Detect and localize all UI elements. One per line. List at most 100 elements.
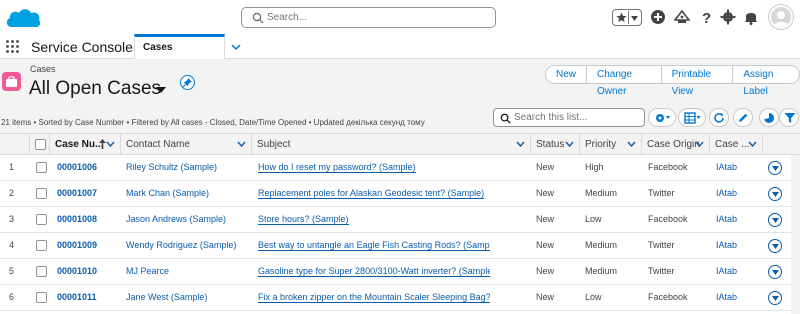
tab-cases[interactable]: Cases <box>134 34 225 59</box>
chevron-down-icon[interactable] <box>516 141 525 147</box>
row-actions-button[interactable] <box>768 239 782 253</box>
row-checkbox[interactable] <box>36 292 47 303</box>
subject-link[interactable]: How do I reset my password? (Sample) <box>258 162 416 173</box>
page-title[interactable]: All Open Cases <box>29 78 161 100</box>
case-number-link[interactable]: 00001007 <box>57 188 97 198</box>
row-actions-button[interactable] <box>768 213 782 227</box>
chevron-down-icon[interactable] <box>106 141 115 147</box>
list-actions: New Change Owner Printable View Assign L… <box>545 65 800 97</box>
contact-name-link[interactable]: MJ Pearce <box>126 266 169 276</box>
contact-name-link[interactable]: Mark Chan (Sample) <box>126 188 209 198</box>
avatar[interactable] <box>769 5 793 29</box>
case-owner-link[interactable]: IAtab <box>716 188 737 198</box>
pin-list-view-button[interactable] <box>180 75 195 90</box>
app-navigation-bar: Service Console Cases <box>0 34 800 59</box>
contact-name-link[interactable]: Riley Schultz (Sample) <box>126 162 217 172</box>
select-all-checkbox[interactable] <box>35 139 46 150</box>
search-placeholder: Search this list... <box>514 112 588 123</box>
object-label: Cases <box>30 64 56 74</box>
case-number-link[interactable]: 00001008 <box>57 214 97 224</box>
column-contact-name[interactable]: Contact Name <box>121 134 252 155</box>
list-settings-icon <box>656 114 670 122</box>
charts-button[interactable] <box>759 108 779 127</box>
column-priority[interactable]: Priority <box>580 134 642 155</box>
column-case-owner[interactable]: Case ... <box>710 134 763 155</box>
column-status[interactable]: Status <box>531 134 580 155</box>
case-owner-link[interactable]: IAtab <box>716 240 737 250</box>
subject-link[interactable]: Fix a broken zipper on the Mountain Scal… <box>258 292 490 303</box>
row-checkbox[interactable] <box>36 240 47 251</box>
notification-bell-icon[interactable] <box>743 9 759 25</box>
refresh-button[interactable] <box>709 108 729 127</box>
case-owner-link[interactable]: IAtab <box>716 214 737 224</box>
row-checkbox[interactable] <box>36 162 47 173</box>
list-view-summary: 21 items • Sorted by Case Number • Filte… <box>1 118 425 127</box>
chevron-down-icon[interactable] <box>565 141 574 147</box>
priority-value: High <box>585 162 604 172</box>
filter-icon <box>784 113 796 123</box>
case-owner-link[interactable]: IAtab <box>716 162 737 172</box>
table-row[interactable]: 3 00001008 Jason Andrews (Sample) Store hou… <box>0 207 800 233</box>
table-row[interactable]: 1 00001006 Riley Schultz (Sample) How do I … <box>0 155 800 181</box>
chevron-down-icon[interactable] <box>230 42 242 52</box>
column-case-number[interactable]: Case Nu... <box>50 134 121 155</box>
list-view-controls-button[interactable] <box>648 108 676 127</box>
settings-gear-icon[interactable] <box>720 9 736 25</box>
change-owner-button[interactable]: Change Owner <box>586 65 662 97</box>
column-subject[interactable]: Subject <box>252 134 531 155</box>
row-actions-button[interactable] <box>768 291 782 305</box>
row-checkbox[interactable] <box>36 188 47 199</box>
column-case-origin[interactable]: Case Origin <box>642 134 710 155</box>
case-owner-link[interactable]: IAtab <box>716 292 737 302</box>
case-origin-value: Facebook <box>648 292 688 302</box>
case-owner-link[interactable]: IAtab <box>716 266 737 276</box>
case-number-link[interactable]: 00001010 <box>57 266 97 276</box>
chevron-down-icon <box>772 218 779 223</box>
favorites-button[interactable] <box>612 9 642 26</box>
table-row[interactable]: 2 00001007 Mark Chan (Sample) Replacement p… <box>0 181 800 207</box>
assign-label-button[interactable]: Assign Label <box>732 65 800 97</box>
row-number: 3 <box>9 214 15 224</box>
subject-link[interactable]: Gasoline type for Super 2800/3100-Watt i… <box>258 266 490 277</box>
vertical-scrollbar[interactable] <box>791 155 800 314</box>
list-view-switcher-icon[interactable] <box>156 87 166 93</box>
row-number: 6 <box>9 292 15 302</box>
chevron-down-icon[interactable] <box>627 141 636 147</box>
list-search-input[interactable]: Search this list... <box>493 108 645 127</box>
global-search-input[interactable]: Search... <box>241 7 496 28</box>
add-icon[interactable] <box>650 9 666 25</box>
setup-assistant-icon[interactable] <box>674 9 690 25</box>
salesforce-cloud-icon[interactable] <box>4 5 42 31</box>
case-number-link[interactable]: 00001009 <box>57 240 97 250</box>
row-number-header <box>0 134 30 155</box>
row-actions-button[interactable] <box>768 187 782 201</box>
edit-list-button[interactable] <box>733 108 753 127</box>
row-actions-button[interactable] <box>768 161 782 175</box>
row-actions-button[interactable] <box>768 265 782 279</box>
svg-text:?: ? <box>702 10 711 25</box>
printable-view-button[interactable]: Printable View <box>660 65 734 97</box>
help-icon[interactable]: ? <box>698 9 714 25</box>
chevron-down-icon[interactable] <box>237 141 246 147</box>
table-row[interactable]: 4 00001009 Wendy Rodriguez (Sample) Best wa… <box>0 233 800 259</box>
filters-button[interactable] <box>779 108 799 127</box>
table-row[interactable]: 6 00001011 Jane West (Sample) Fix a broken … <box>0 285 800 311</box>
chevron-down-icon[interactable] <box>631 16 638 21</box>
table-row[interactable]: 5 00001010 MJ Pearce Gasoline type for Supe… <box>0 259 800 285</box>
case-number-link[interactable]: 00001011 <box>57 292 97 302</box>
subject-link[interactable]: Replacement poles for Alaskan Geodesic t… <box>258 188 485 199</box>
contact-name-link[interactable]: Jane West (Sample) <box>126 292 207 302</box>
display-as-button[interactable] <box>678 108 706 127</box>
chevron-down-icon[interactable] <box>695 141 704 147</box>
contact-name-link[interactable]: Wendy Rodriguez (Sample) <box>126 240 236 250</box>
new-button[interactable]: New <box>545 65 588 84</box>
case-number-link[interactable]: 00001006 <box>57 162 97 172</box>
app-launcher-icon[interactable] <box>6 40 20 54</box>
status-value: New <box>536 266 555 276</box>
contact-name-link[interactable]: Jason Andrews (Sample) <box>126 214 226 224</box>
chevron-down-icon[interactable] <box>748 141 757 147</box>
row-checkbox[interactable] <box>36 214 47 225</box>
row-checkbox[interactable] <box>36 266 47 277</box>
subject-link[interactable]: Best way to untangle an Eagle Fish Casti… <box>258 240 490 251</box>
subject-link[interactable]: Store hours? (Sample) <box>258 214 349 225</box>
